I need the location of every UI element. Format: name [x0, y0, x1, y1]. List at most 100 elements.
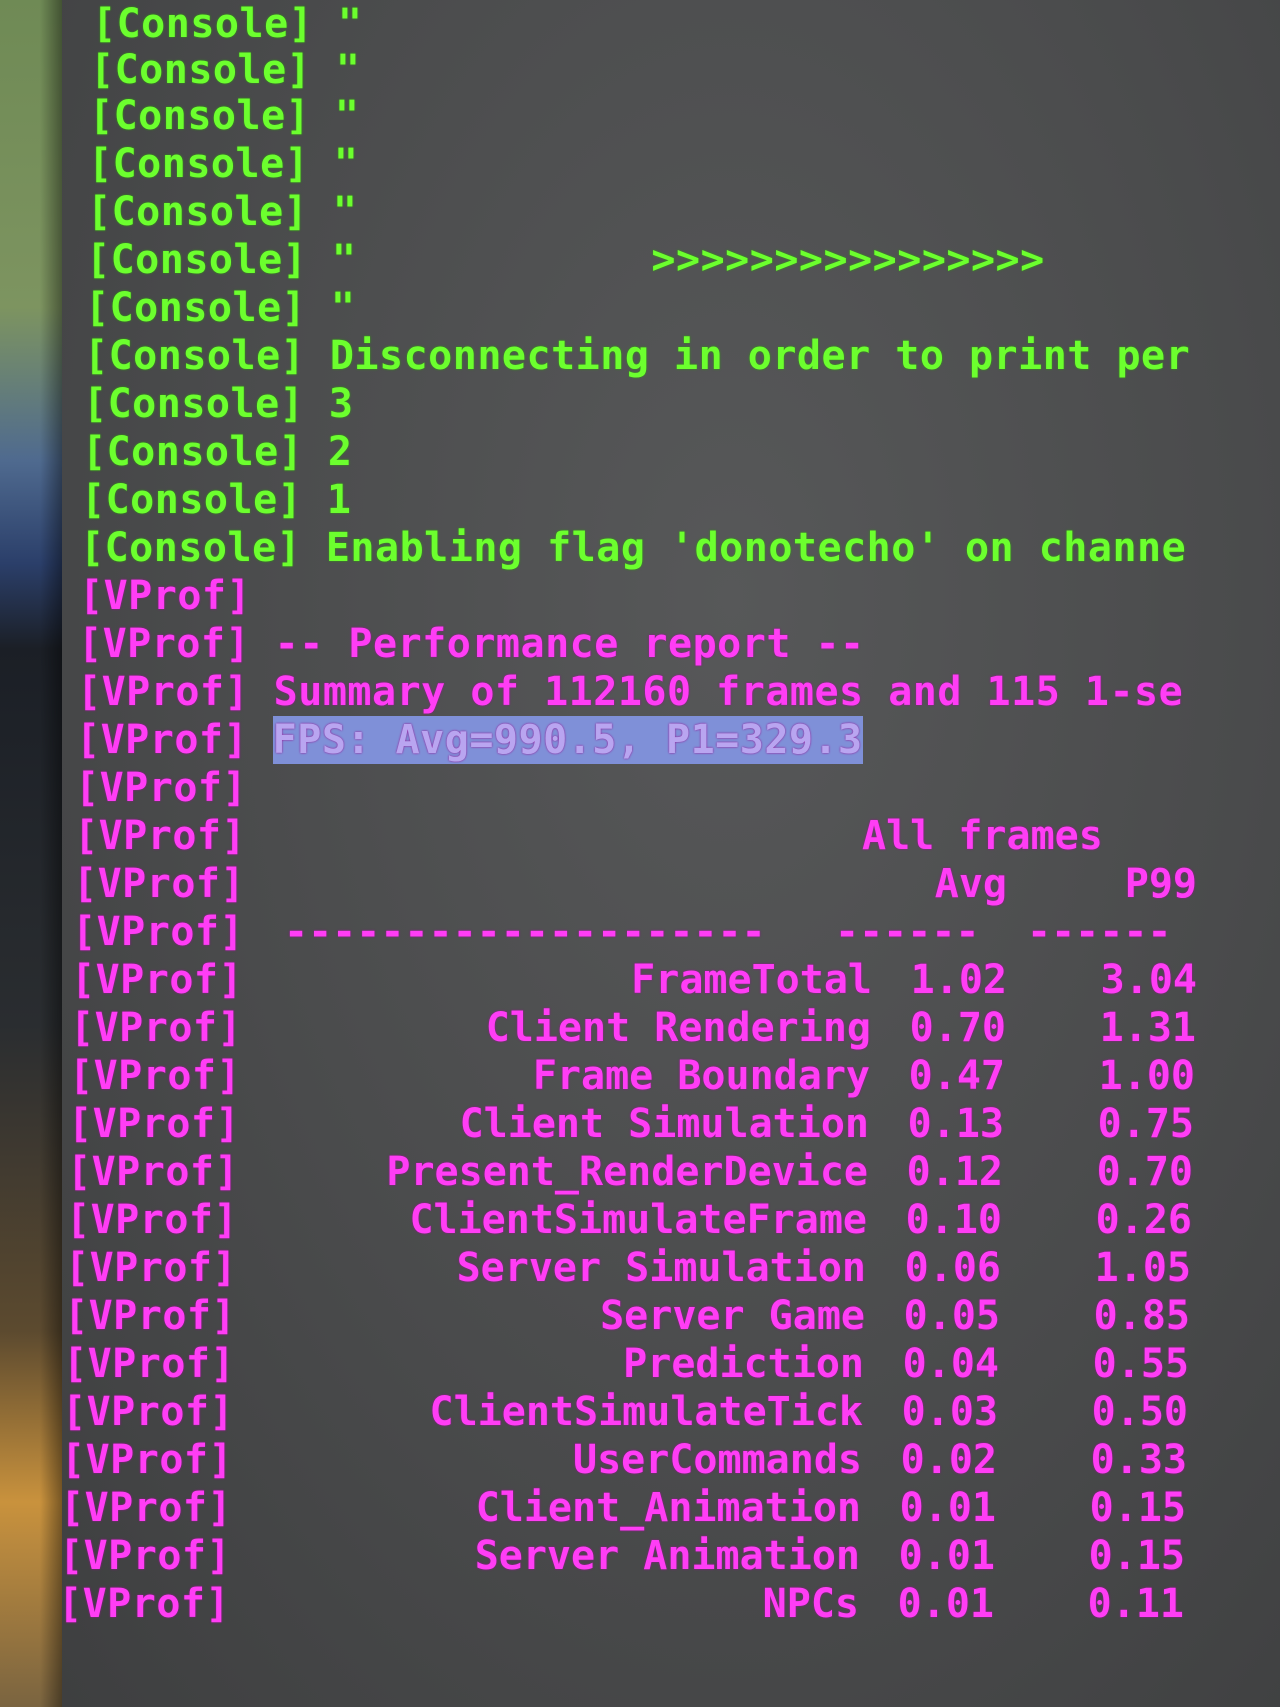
row-avg: 0.06 [904, 1245, 1001, 1291]
console-line: [Console] 3 [83, 380, 353, 428]
vprof-tag: [VProf] [69, 1053, 242, 1099]
vprof-line: [VProf] [79, 572, 251, 620]
vprof-line: [VProf] [62, 1388, 234, 1436]
divider-p99: ------ [1027, 909, 1172, 955]
vprof-line: [VProf] [72, 908, 244, 956]
vprof-tag: [VProf] [73, 861, 246, 907]
console-tag: [Console] [82, 429, 304, 475]
vprof-line: [VProf] [68, 1100, 240, 1148]
vprof-tag: [VProf] [79, 573, 252, 619]
row-p99: 0.85 [1093, 1293, 1190, 1339]
row-name: Server Game [600, 1293, 865, 1339]
console-tag: [Console] [89, 93, 311, 139]
vprof-tag: [VProf] [62, 1581, 231, 1627]
header-all-frames: All frames [862, 813, 1103, 859]
vprof-tag: [VProf] [72, 909, 245, 955]
console-message: Disconnecting in order to print per [329, 333, 1191, 379]
row-avg: 0.10 [905, 1197, 1002, 1243]
vprof-line: [VProf] [75, 764, 247, 812]
vprof-tag: [VProf] [77, 669, 250, 715]
console-line: [Console] " [87, 188, 357, 236]
vprof-line: [VProf] [62, 1484, 232, 1532]
vprof-line: [VProf] [70, 1004, 242, 1052]
console-tag: [Console] [85, 285, 307, 331]
console-line: [Console] 2 [82, 428, 352, 476]
console-message: " [330, 285, 356, 331]
console-tag: [Console] [86, 237, 308, 283]
console-line: [Console] " [90, 46, 360, 94]
row-name: NPCs [762, 1581, 859, 1627]
console-output[interactable]: [Console] " [Console] " [Console] " [Con… [62, 0, 1280, 1707]
vprof-tag: [VProf] [74, 813, 247, 859]
console-tag: [Console] [83, 381, 305, 427]
vprof-tag: [VProf] [64, 1293, 237, 1339]
fps-selection[interactable]: FPS: Avg=990.5, P1=329.3 [272, 716, 863, 764]
vprof-line: [VProf] [66, 1196, 238, 1244]
row-avg: 0.04 [902, 1341, 999, 1387]
vprof-tag: [VProf] [75, 765, 248, 811]
console-message: " [332, 189, 358, 235]
vprof-tag: [VProf] [71, 957, 244, 1003]
vprof-tag: [VProf] [67, 1149, 240, 1195]
vprof-tag: [VProf] [65, 1245, 238, 1291]
vprof-tag: [VProf] [63, 1341, 236, 1387]
row-name: Server Animation [474, 1533, 860, 1579]
row-name: Client_Animation [475, 1485, 861, 1531]
console-message: " [334, 93, 360, 139]
report-title: -- Performance report -- [274, 621, 865, 667]
vprof-line: [VProf] FPS: Avg=990.5, P1=329.3 [76, 716, 863, 764]
row-avg: 0.03 [901, 1389, 998, 1435]
console-tag: [Console] [80, 525, 302, 571]
console-line: [Console] 1 [81, 476, 351, 524]
vprof-line: [VProf] [62, 1532, 231, 1580]
vprof-line: [VProf] [67, 1148, 239, 1196]
vprof-line: [VProf] Summary of 112160 frames and 115… [77, 668, 1183, 716]
vprof-line: [VProf] [62, 1436, 233, 1484]
row-avg: 0.01 [899, 1485, 996, 1531]
row-p99: 0.11 [1087, 1581, 1184, 1627]
row-name: Client Rendering [485, 1005, 871, 1051]
row-name: Server Simulation [456, 1245, 866, 1291]
row-p99: 1.00 [1098, 1053, 1195, 1099]
console-message: " [335, 47, 361, 93]
divider-avg: ------ [835, 909, 980, 955]
row-p99: 0.33 [1090, 1437, 1187, 1483]
row-name: Present_RenderDevice [386, 1149, 868, 1195]
row-p99: 0.26 [1095, 1197, 1192, 1243]
vprof-tag: [VProf] [66, 1197, 239, 1243]
vprof-tag: [VProf] [70, 1005, 243, 1051]
vprof-line: [VProf] [74, 812, 246, 860]
console-line: [Console] " >>>>>>>>>>>>>>>> [86, 236, 1045, 284]
vprof-line: [VProf] -- Performance report -- [78, 620, 865, 668]
console-tag: [Console] [92, 1, 314, 47]
row-avg: 0.02 [900, 1437, 997, 1483]
console-tag: [Console] [84, 333, 306, 379]
vprof-line: [VProf] [64, 1292, 236, 1340]
row-name: Frame Boundary [532, 1053, 870, 1099]
row-name: FrameTotal [631, 957, 872, 1003]
console-message: Enabling flag 'donotecho' on channe [325, 525, 1187, 571]
console-tag: [Console] [90, 47, 312, 93]
row-avg: 0.05 [903, 1293, 1000, 1339]
vprof-line: [VProf] [71, 956, 243, 1004]
row-p99: 0.15 [1089, 1485, 1186, 1531]
console-line: [Console] Disconnecting in order to prin… [84, 332, 1190, 380]
console-line: [Console] " [85, 284, 355, 332]
row-name: UserCommands [573, 1437, 862, 1483]
vprof-line: [VProf] [69, 1052, 241, 1100]
row-avg: 0.01 [897, 1581, 994, 1627]
vprof-tag: [VProf] [62, 1389, 235, 1435]
row-p99: 1.31 [1099, 1005, 1196, 1051]
vprof-tag: [VProf] [62, 1485, 233, 1531]
row-name: ClientSimulateFrame [409, 1197, 867, 1243]
console-message: 3 [328, 381, 354, 427]
row-p99: 1.05 [1094, 1245, 1191, 1291]
console-tag: [Console] [81, 477, 303, 523]
console-tag: [Console] [88, 141, 310, 187]
console-message: " [333, 141, 359, 187]
vprof-line: [VProf] [63, 1340, 235, 1388]
row-name: ClientSimulateTick [429, 1389, 863, 1435]
console-message: " >>>>>>>>>>>>>>>> [331, 237, 1045, 283]
header-p99: P99 [1124, 861, 1197, 907]
report-summary: Summary of 112160 frames and 115 1-se [273, 669, 1184, 715]
